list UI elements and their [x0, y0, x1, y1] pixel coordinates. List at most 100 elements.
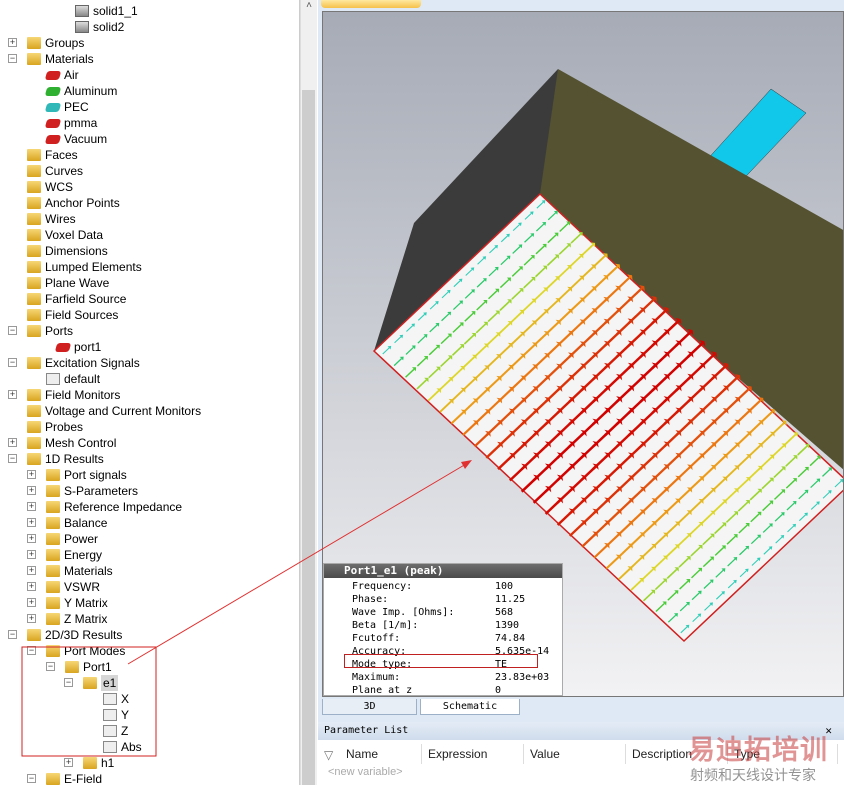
info-value: 23.83e+03 [495, 672, 550, 683]
tree-item[interactable]: Anchor Points [0, 195, 299, 211]
tree-item[interactable]: PEC [0, 99, 299, 115]
expand-icon[interactable]: + [27, 582, 36, 591]
tree-item[interactable]: − Materials [0, 51, 299, 67]
tree-item-label: S-Parameters [64, 484, 139, 498]
tree-item[interactable]: pmma [0, 115, 299, 131]
tree-item[interactable]: + Z Matrix [0, 611, 299, 627]
info-value: 11.25 [495, 594, 526, 605]
tree-item-label: VSWR [64, 580, 100, 594]
new-variable-row[interactable]: <new variable> [328, 766, 403, 778]
tree-item[interactable]: − Ports [0, 323, 299, 339]
collapse-icon[interactable]: − [8, 630, 17, 639]
collapse-icon[interactable]: − [8, 358, 17, 367]
expand-icon[interactable]: + [27, 534, 36, 543]
col-expression[interactable]: Expression [422, 744, 524, 764]
tree-item[interactable]: Dimensions [0, 243, 299, 259]
tree-item[interactable]: Curves [0, 163, 299, 179]
tree-item-label: h1 [101, 756, 115, 770]
collapse-icon[interactable]: − [64, 678, 73, 687]
expand-icon[interactable]: + [27, 566, 36, 575]
tree-item[interactable]: Lumped Elements [0, 259, 299, 275]
tree-item[interactable]: Voxel Data [0, 227, 299, 243]
tree-item[interactable]: + Field Monitors [0, 387, 299, 403]
col-name[interactable]: Name [340, 744, 422, 764]
navigation-tree[interactable]: solid1_1 solid2 + Groups − Materials Air Alumin… [0, 0, 300, 785]
tree-item[interactable]: + Materials [0, 563, 299, 579]
tree-item[interactable]: + Mesh Control [0, 435, 299, 451]
tree-item[interactable]: solid2 [0, 19, 299, 35]
active-doc-tab[interactable] [321, 0, 421, 8]
tree-item[interactable]: + Groups [0, 35, 299, 51]
folder-icon [27, 165, 41, 177]
filter-icon[interactable]: ▽ [324, 748, 333, 762]
tree-item[interactable]: Field Sources [0, 307, 299, 323]
tree-item[interactable]: + VSWR [0, 579, 299, 595]
tree-item[interactable]: Plane Wave [0, 275, 299, 291]
scroll-up-icon[interactable]: ˄ [301, 0, 317, 11]
tree-item[interactable]: + S-Parameters [0, 483, 299, 499]
expand-icon[interactable]: + [27, 486, 36, 495]
tree-item-label: port1 [74, 340, 102, 354]
expand-icon[interactable]: + [27, 614, 36, 623]
tree-item[interactable]: Air [0, 67, 299, 83]
expand-icon[interactable]: + [27, 470, 36, 479]
tree-item[interactable]: solid1_1 [0, 3, 299, 19]
tree-item[interactable]: default [0, 371, 299, 387]
tree-item[interactable]: Voltage and Current Monitors [0, 403, 299, 419]
tree-item[interactable]: − E-Field [0, 771, 299, 785]
tree-item[interactable]: + Reference Impedance [0, 499, 299, 515]
tree-item[interactable]: + Balance [0, 515, 299, 531]
expand-icon[interactable]: + [8, 390, 17, 399]
tree-scrollbar-thumb[interactable] [302, 90, 315, 785]
mode-type-highlight [344, 654, 538, 668]
tree-item[interactable]: Probes [0, 419, 299, 435]
tree-item[interactable]: Z [0, 723, 299, 739]
tree-item[interactable]: Wires [0, 211, 299, 227]
folder-icon [46, 517, 60, 529]
watermark-logo: 易迪拓培训 [688, 735, 828, 765]
tree-item[interactable]: + Port signals [0, 467, 299, 483]
tree-item[interactable]: Farfield Source [0, 291, 299, 307]
collapse-icon[interactable]: − [46, 662, 55, 671]
tree-item[interactable]: + Y Matrix [0, 595, 299, 611]
expand-icon[interactable]: + [64, 758, 73, 767]
expand-icon[interactable]: + [8, 438, 17, 447]
tree-item[interactable]: + Energy [0, 547, 299, 563]
expand-icon[interactable]: + [27, 502, 36, 511]
tree-item[interactable]: − 2D/3D Results [0, 627, 299, 643]
folder-icon [27, 245, 41, 257]
expand-icon[interactable]: + [27, 550, 36, 559]
tree-item[interactable]: Abs [0, 739, 299, 755]
tree-item[interactable]: − e1 [0, 675, 299, 691]
tab-schematic[interactable]: Schematic [420, 699, 520, 715]
tree-item[interactable]: − Port Modes [0, 643, 299, 659]
tree-item-label: Port Modes [64, 644, 126, 658]
folder-icon [46, 613, 60, 625]
expand-icon[interactable]: + [27, 518, 36, 527]
expand-icon[interactable]: + [27, 598, 36, 607]
collapse-icon[interactable]: − [27, 774, 36, 783]
tab-3d[interactable]: 3D [322, 699, 417, 715]
tree-item[interactable]: Vacuum [0, 131, 299, 147]
tree-item[interactable]: − Port1 [0, 659, 299, 675]
info-key: Plane at z [352, 685, 413, 696]
tree-item[interactable]: port1 [0, 339, 299, 355]
collapse-icon[interactable]: − [8, 54, 17, 63]
tree-item[interactable]: WCS [0, 179, 299, 195]
tree-item-label: e1 [101, 675, 119, 691]
collapse-icon[interactable]: − [8, 326, 17, 335]
tree-item[interactable]: + Power [0, 531, 299, 547]
tree-item-label: Voxel Data [45, 228, 104, 242]
tree-item[interactable]: Y [0, 707, 299, 723]
expand-icon[interactable]: + [8, 38, 17, 47]
col-value[interactable]: Value [524, 744, 626, 764]
tree-item[interactable]: − 1D Results [0, 451, 299, 467]
tree-item[interactable]: − Excitation Signals [0, 355, 299, 371]
collapse-icon[interactable]: − [27, 646, 36, 655]
collapse-icon[interactable]: − [8, 454, 17, 463]
tree-item[interactable]: X [0, 691, 299, 707]
tree-item[interactable]: Aluminum [0, 83, 299, 99]
tree-item[interactable]: + h1 [0, 755, 299, 771]
tree-item-label: Probes [45, 420, 84, 434]
tree-item[interactable]: Faces [0, 147, 299, 163]
